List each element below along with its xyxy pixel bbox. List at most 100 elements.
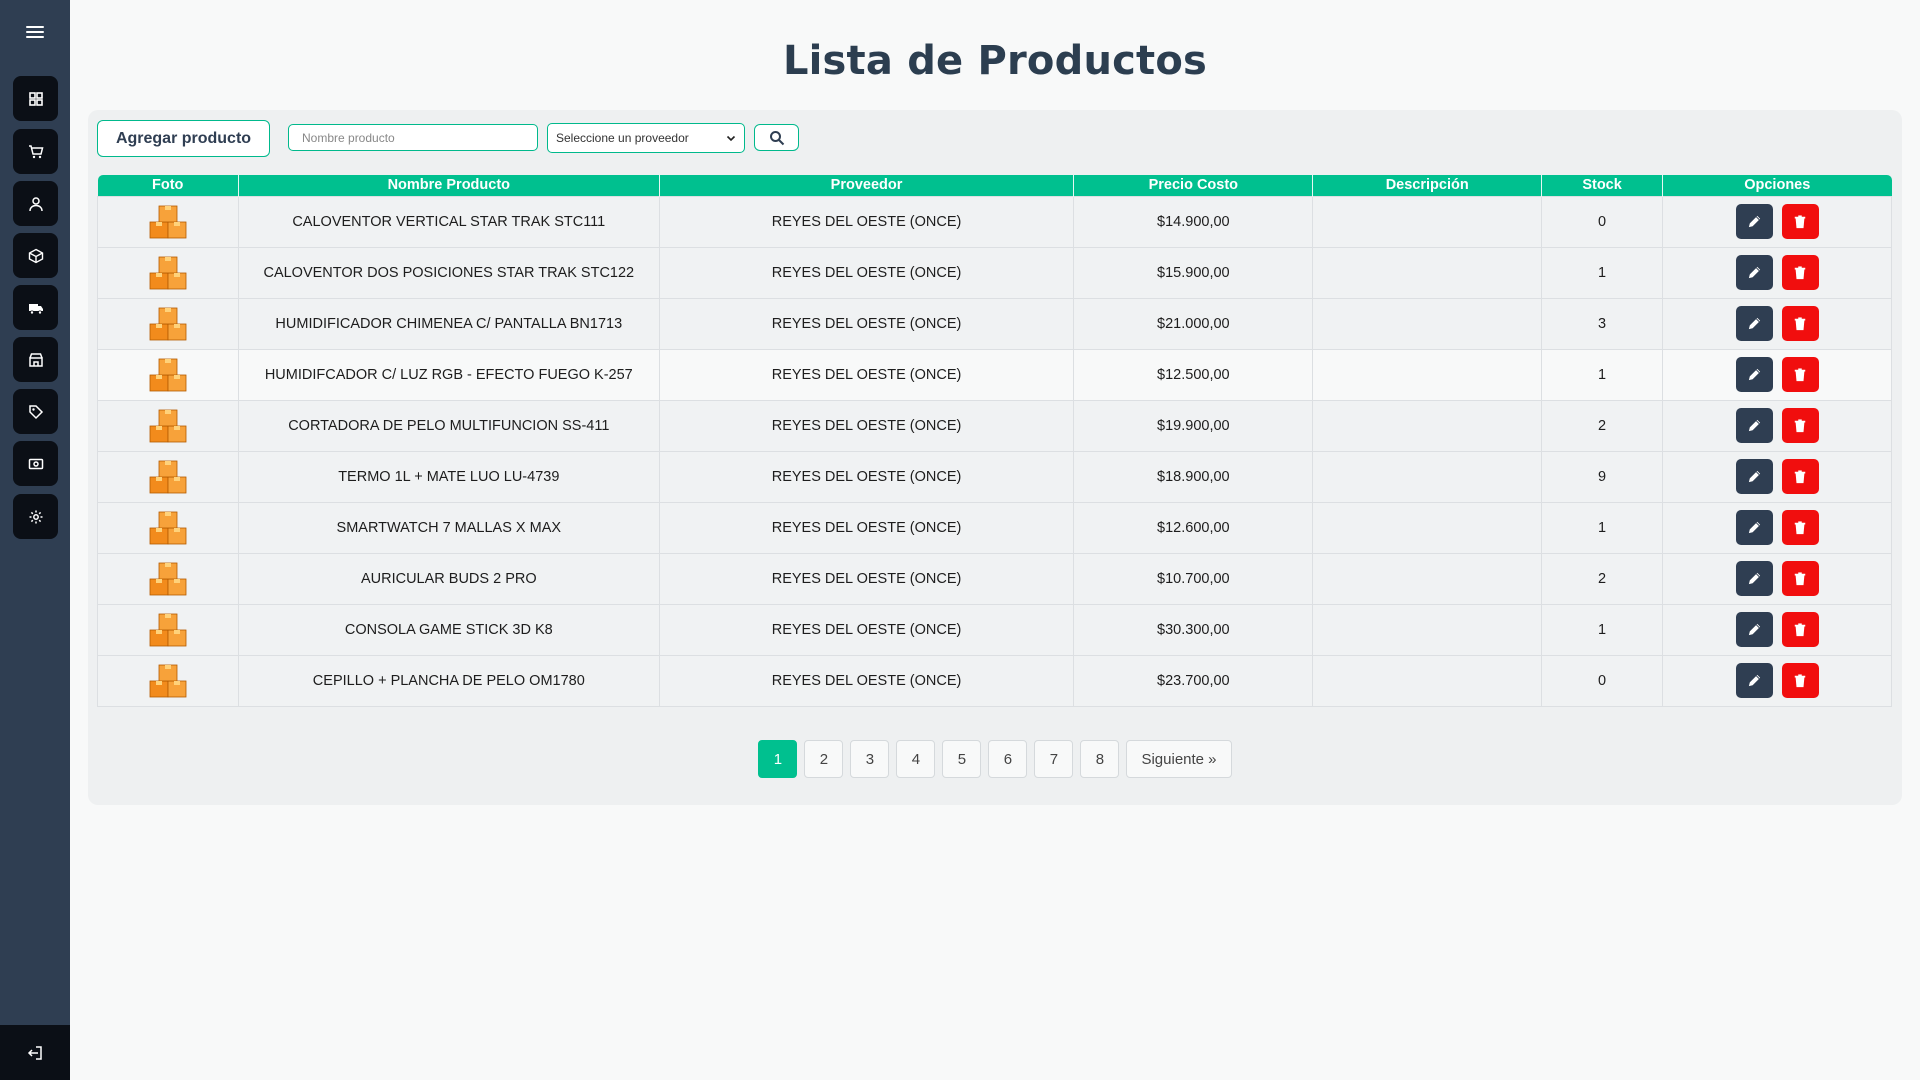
sidebar-item-products[interactable] <box>13 233 58 278</box>
options-cell <box>1662 348 1892 401</box>
product-name-cell: TERMO 1L + MATE LUO LU-4739 <box>237 450 660 503</box>
sidebar-item-tags[interactable] <box>13 389 58 434</box>
supplier-cell: REYES DEL OESTE (ONCE) <box>658 552 1075 605</box>
edit-button[interactable] <box>1735 459 1773 494</box>
page-button-1[interactable]: 1 <box>758 740 798 778</box>
product-name-cell: AURICULAR BUDS 2 PRO <box>237 552 660 605</box>
sidebar-item-users[interactable] <box>13 181 58 226</box>
supplier-cell: REYES DEL OESTE (ONCE) <box>658 399 1075 452</box>
price-cell: $19.900,00 <box>1073 399 1314 452</box>
photo-cell <box>97 399 239 452</box>
photo-cell <box>97 603 239 656</box>
search-button[interactable] <box>754 124 799 151</box>
price-cell: $30.300,00 <box>1073 603 1314 656</box>
column-header-description: Descripción <box>1312 175 1543 196</box>
gear-icon <box>29 510 42 523</box>
page-button-6[interactable]: 6 <box>988 740 1028 778</box>
delete-button[interactable] <box>1781 612 1819 647</box>
photo-cell <box>97 195 239 248</box>
pencil-icon <box>1747 316 1762 331</box>
delete-button[interactable] <box>1781 510 1819 545</box>
delete-button[interactable] <box>1781 255 1819 290</box>
options-cell <box>1662 399 1892 452</box>
supplier-cell: REYES DEL OESTE (ONCE) <box>658 195 1075 248</box>
price-cell: $12.600,00 <box>1073 501 1314 554</box>
stock-cell: 1 <box>1541 246 1664 299</box>
trash-icon <box>1793 418 1807 433</box>
description-cell <box>1312 246 1543 299</box>
description-cell <box>1312 501 1543 554</box>
page-button-3[interactable]: 3 <box>850 740 890 778</box>
edit-button[interactable] <box>1735 357 1773 392</box>
pencil-icon <box>1747 469 1762 484</box>
product-boxes-icon <box>148 306 188 342</box>
trash-icon <box>1793 367 1807 382</box>
delete-button[interactable] <box>1781 204 1819 239</box>
edit-button[interactable] <box>1735 408 1773 443</box>
options-cell <box>1662 450 1892 503</box>
delete-button[interactable] <box>1781 408 1819 443</box>
sidebar-item-dashboard[interactable] <box>13 76 58 121</box>
next-page-button[interactable]: Siguiente » <box>1126 740 1232 778</box>
sidebar-item-suppliers[interactable] <box>13 285 58 330</box>
edit-button[interactable] <box>1735 612 1773 647</box>
edit-button[interactable] <box>1735 306 1773 341</box>
stock-cell: 0 <box>1541 195 1664 248</box>
table-row: HUMIDIFICADOR CHIMENEA C/ PANTALLA BN171… <box>97 297 1892 350</box>
page-button-5[interactable]: 5 <box>942 740 982 778</box>
edit-button[interactable] <box>1735 561 1773 596</box>
column-header-supplier: Proveedor <box>659 175 1075 196</box>
trash-icon <box>1793 316 1807 331</box>
add-product-button[interactable]: Agregar producto <box>97 120 270 157</box>
sidebar-item-finance[interactable] <box>13 441 58 486</box>
page-button-8[interactable]: 8 <box>1080 740 1120 778</box>
product-boxes-icon <box>148 255 188 291</box>
chevron-down-icon <box>726 135 736 142</box>
delete-button[interactable] <box>1781 459 1819 494</box>
table-row: CORTADORA DE PELO MULTIFUNCION SS-411 REY… <box>97 399 1892 452</box>
photo-cell <box>97 450 239 503</box>
product-name-cell: CALOVENTOR DOS POSICIONES STAR TRAK STC1… <box>237 246 660 299</box>
product-name-cell: HUMIDIFCADOR C/ LUZ RGB - EFECTO FUEGO K… <box>237 348 660 401</box>
price-cell: $23.700,00 <box>1073 654 1314 707</box>
page-button-4[interactable]: 4 <box>896 740 936 778</box>
supplier-cell: REYES DEL OESTE (ONCE) <box>658 603 1075 656</box>
product-boxes-icon <box>148 561 188 597</box>
delete-button[interactable] <box>1781 663 1819 698</box>
page-button-7[interactable]: 7 <box>1034 740 1074 778</box>
supplier-cell: REYES DEL OESTE (ONCE) <box>658 246 1075 299</box>
options-cell <box>1662 297 1892 350</box>
logout-button[interactable] <box>0 1025 70 1080</box>
table-row: AURICULAR BUDS 2 PRO REYES DEL OESTE (ONC… <box>97 552 1892 605</box>
product-boxes-icon <box>148 408 188 444</box>
column-header-options: Opciones <box>1662 175 1892 196</box>
stock-cell: 1 <box>1541 501 1664 554</box>
product-name-input[interactable] <box>288 124 538 151</box>
edit-button[interactable] <box>1735 255 1773 290</box>
column-header-price: Precio Costo <box>1073 175 1314 196</box>
dashboard-icon <box>28 91 43 106</box>
edit-button[interactable] <box>1735 510 1773 545</box>
sidebar-item-cart[interactable] <box>13 129 58 174</box>
photo-cell <box>97 297 239 350</box>
hamburger-menu-icon[interactable] <box>22 22 48 42</box>
stock-cell: 2 <box>1541 552 1664 605</box>
sidebar-item-settings[interactable] <box>13 494 58 539</box>
options-cell <box>1662 501 1892 554</box>
page-button-2[interactable]: 2 <box>804 740 844 778</box>
edit-button[interactable] <box>1735 663 1773 698</box>
price-cell: $15.900,00 <box>1073 246 1314 299</box>
trash-icon <box>1793 622 1807 637</box>
description-cell <box>1312 195 1543 248</box>
edit-button[interactable] <box>1735 204 1773 239</box>
delete-button[interactable] <box>1781 357 1819 392</box>
delete-button[interactable] <box>1781 306 1819 341</box>
trash-icon <box>1793 673 1807 688</box>
search-icon <box>769 130 784 145</box>
tag-icon <box>28 404 43 419</box>
supplier-select[interactable]: Seleccione un proveedor <box>547 123 745 153</box>
sidebar-item-store[interactable] <box>13 337 58 382</box>
delete-button[interactable] <box>1781 561 1819 596</box>
product-boxes-icon <box>148 612 188 648</box>
photo-cell <box>97 654 239 707</box>
